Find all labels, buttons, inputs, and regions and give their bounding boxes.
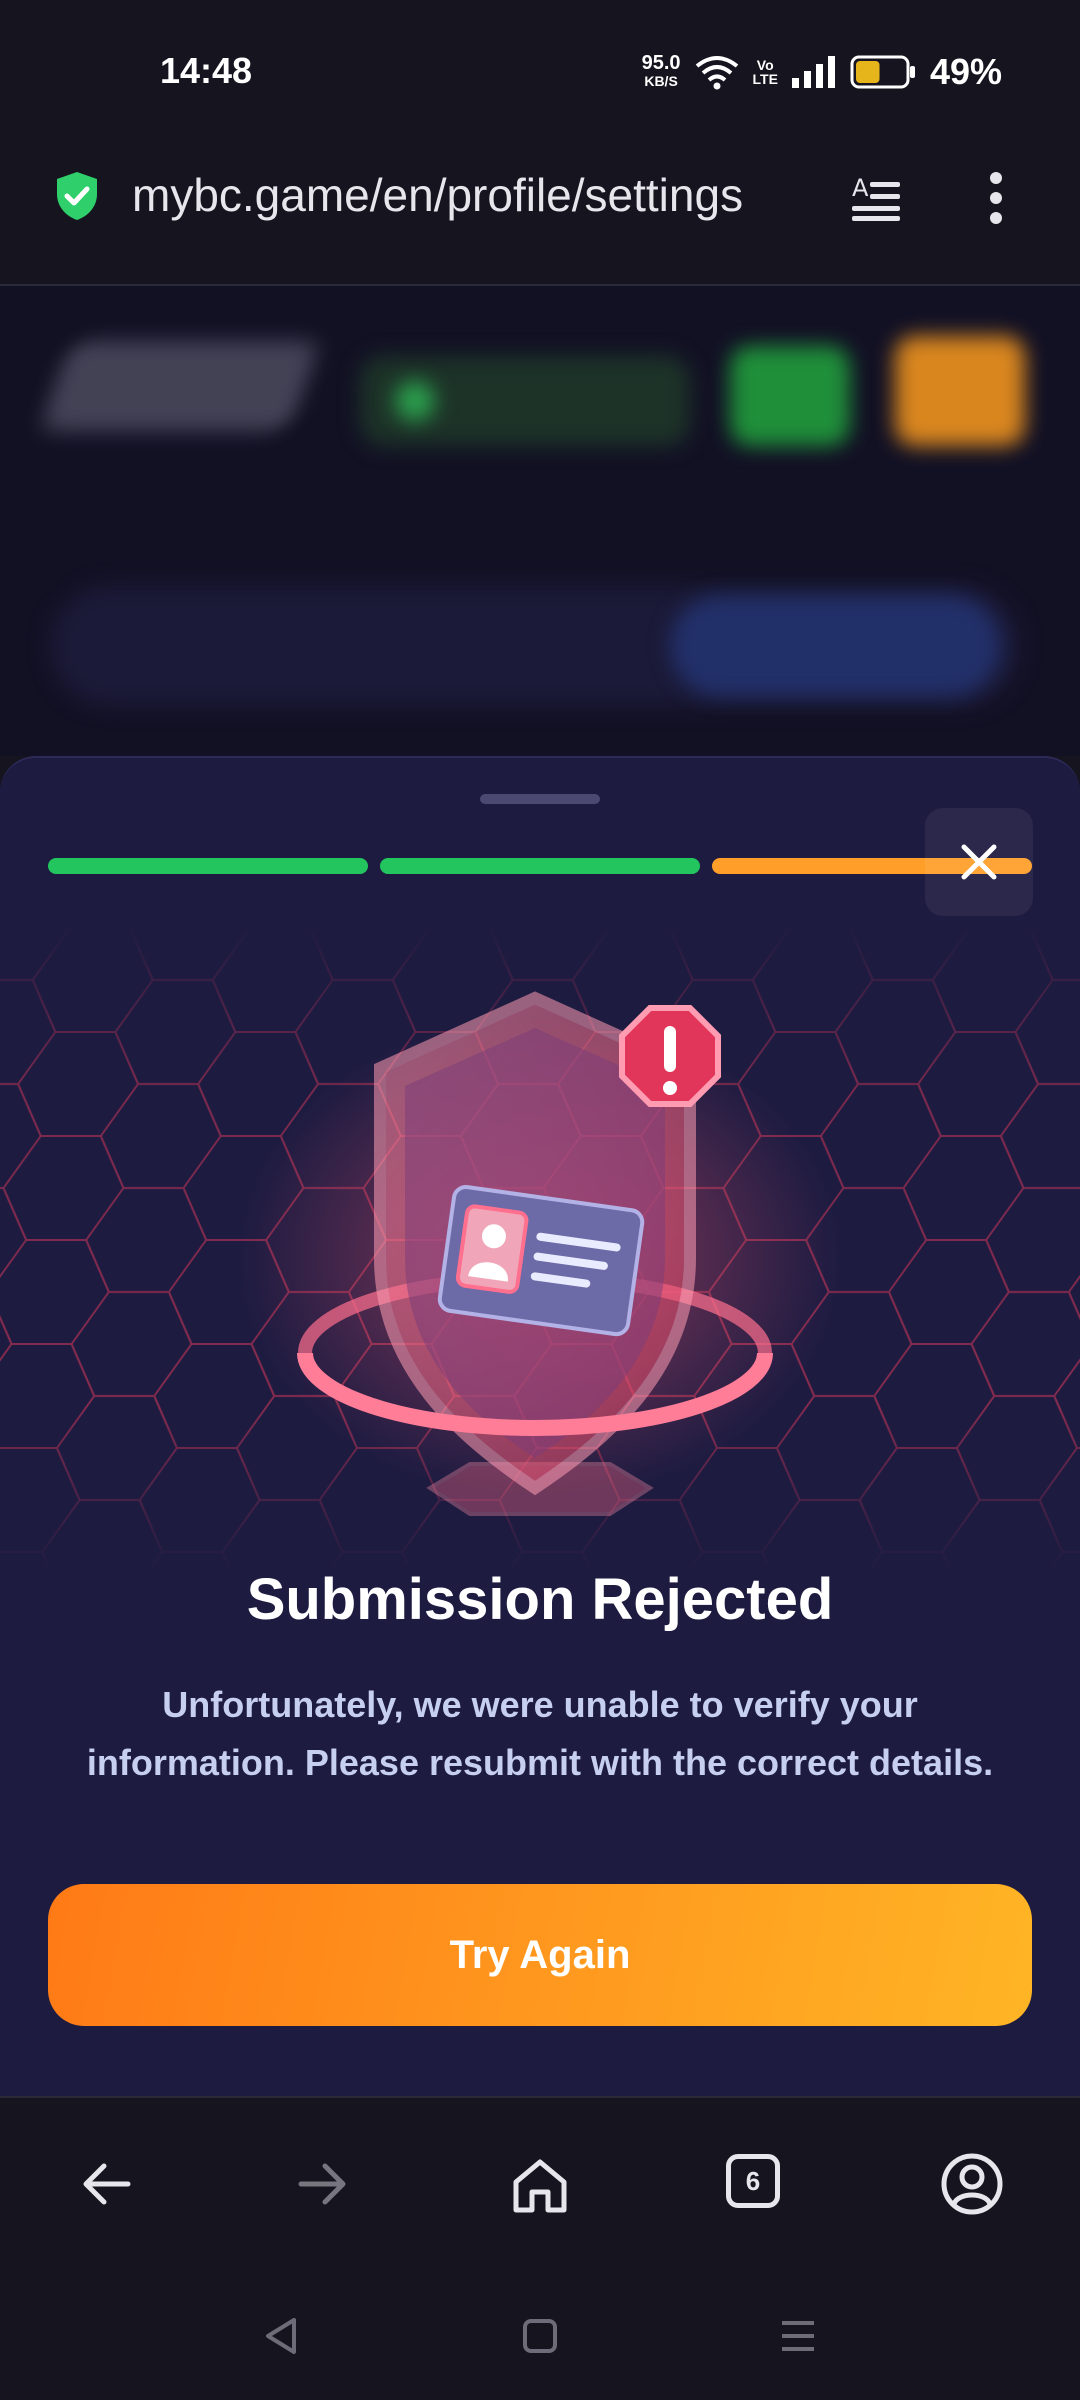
- tab-count: 6: [745, 2165, 761, 2196]
- svg-text:A: A: [852, 174, 869, 202]
- close-button[interactable]: [925, 808, 1033, 916]
- verification-result-sheet: Submission Rejected Unfortunately, we we…: [0, 756, 1080, 2098]
- network-speed-value: 95.0: [641, 52, 681, 74]
- wifi-icon: [695, 56, 738, 90]
- blurred-tab-active: [670, 596, 1000, 696]
- shield-check-icon[interactable]: [54, 170, 100, 222]
- status-time: 14:48: [160, 50, 253, 91]
- battery-percentage: 49%: [929, 51, 1002, 92]
- system-home-icon[interactable]: [522, 2318, 558, 2354]
- try-again-button[interactable]: Try Again: [48, 1884, 1032, 2026]
- sheet-drag-handle[interactable]: [480, 794, 600, 804]
- status-icons: 95.0 KB/S Vo LTE 49%: [642, 48, 1002, 96]
- result-description-line-2: information. Please resubmit with the co…: [86, 1742, 994, 1783]
- reader-mode-icon[interactable]: A: [850, 172, 902, 222]
- home-icon[interactable]: [510, 2156, 570, 2214]
- volte-indicator: Vo LTE: [753, 58, 778, 86]
- url-field[interactable]: mybc.game/en/profile/settings: [132, 168, 822, 222]
- overflow-menu-icon[interactable]: [985, 170, 1007, 226]
- close-icon: [961, 844, 997, 880]
- battery-icon: [850, 55, 915, 89]
- blurred-wallet-dot: [395, 381, 435, 421]
- result-title: Submission Rejected: [246, 1567, 834, 1632]
- browser-bottom-bar: 6: [0, 2096, 1080, 2274]
- forward-arrow-icon[interactable]: [295, 2156, 351, 2212]
- progress-step-1: [48, 858, 368, 874]
- blurred-deposit: [730, 346, 850, 446]
- tabs-button[interactable]: 6: [726, 2154, 780, 2208]
- account-icon[interactable]: [940, 2152, 1004, 2216]
- network-speed: 95.0 KB/S: [641, 52, 681, 90]
- system-back-icon[interactable]: [262, 2316, 298, 2356]
- result-description-line-1: Unfortunately, we were unable to verify …: [162, 1684, 918, 1725]
- result-description: Unfortunately, we were unable to verify …: [40, 1676, 1040, 1792]
- progress-step-2: [380, 858, 700, 874]
- blurred-avatar: [895, 336, 1025, 446]
- back-arrow-icon[interactable]: [78, 2156, 134, 2212]
- rejected-id-illustration: [0, 928, 1080, 1568]
- volte-top: Vo: [756, 57, 774, 73]
- blurred-page-background: [0, 286, 1080, 756]
- system-recents-icon[interactable]: [780, 2318, 816, 2354]
- system-navigation-bar: [0, 2272, 1080, 2400]
- signal-icon: [791, 56, 835, 88]
- status-bar: 14:48 95.0 KB/S Vo LTE 49%: [0, 0, 1080, 140]
- volte-bottom: LTE: [752, 71, 778, 87]
- blurred-logo: [38, 341, 322, 431]
- network-speed-unit: KB/S: [644, 73, 678, 89]
